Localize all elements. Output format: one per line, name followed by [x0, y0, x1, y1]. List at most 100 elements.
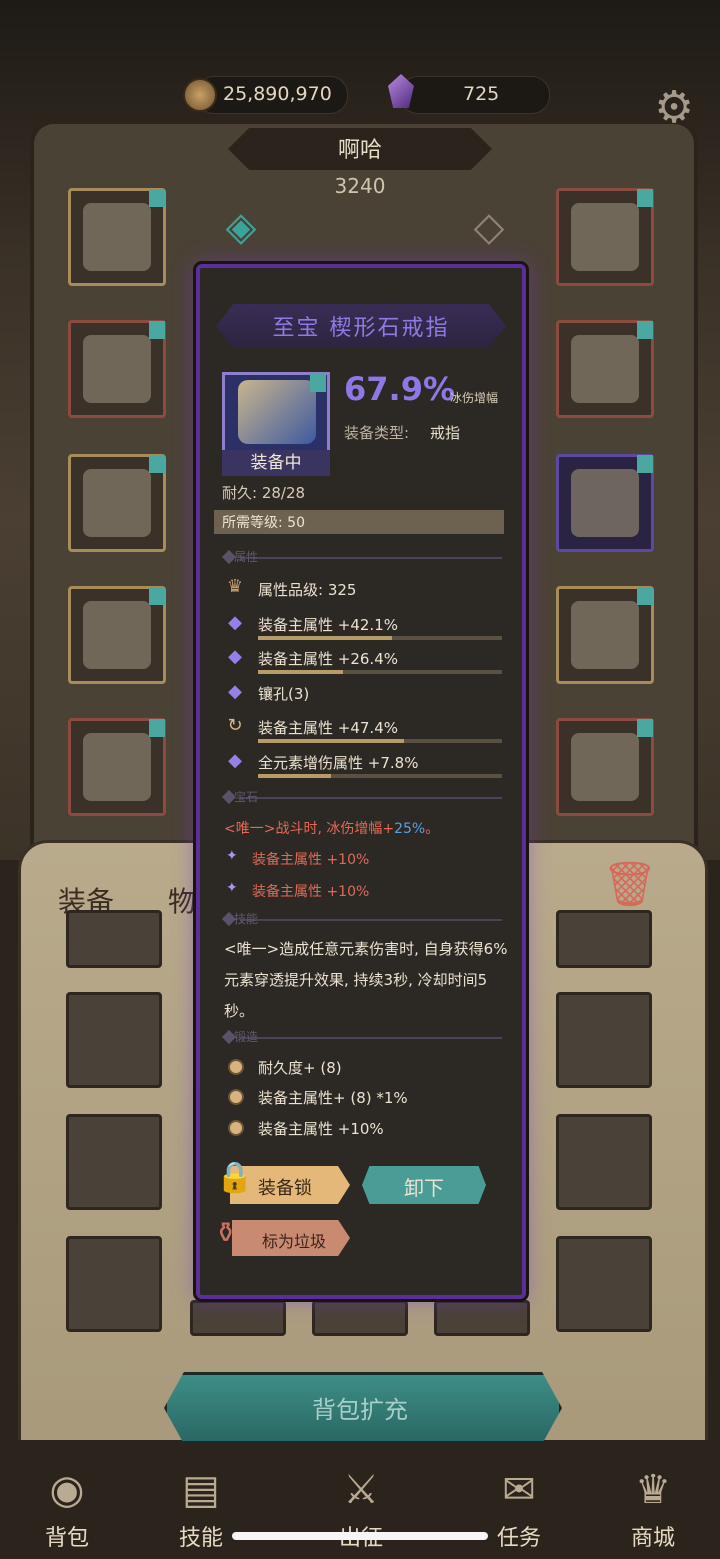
bag-cell[interactable]	[66, 1114, 162, 1210]
bag-cell[interactable]	[66, 992, 162, 1088]
equip-slot-weapon[interactable]	[556, 586, 654, 684]
new-tag-icon	[637, 321, 653, 339]
nav-bag[interactable]: ◉ 背包	[12, 1460, 122, 1559]
home-indicator[interactable]	[232, 1532, 488, 1540]
nav-skills[interactable]: ▤ 技能	[146, 1460, 256, 1559]
forge-dot-icon	[228, 1120, 244, 1136]
diamond-icon: ◆	[228, 612, 242, 633]
equip-slot-body[interactable]	[68, 320, 166, 418]
bag-icon: ◉	[49, 1467, 85, 1513]
expand-bag-label[interactable]: 背包扩充	[164, 1390, 556, 1425]
equip-slot-pet[interactable]	[556, 718, 654, 816]
attribute-roll-bar	[258, 636, 502, 640]
attribute-row: 装备主属性 +47.4%	[258, 719, 398, 737]
new-tag-icon	[637, 587, 653, 605]
new-tag-icon	[149, 321, 165, 339]
section-header-gems: 宝石	[221, 788, 504, 808]
new-tag-icon	[637, 719, 653, 737]
equip-lock-label[interactable]: 装备锁	[258, 1174, 312, 1200]
bag-cell[interactable]	[434, 1300, 530, 1336]
equip-slot-cloak[interactable]	[68, 454, 166, 552]
attribute-roll-bar	[258, 774, 502, 778]
book-icon: ▤	[182, 1467, 220, 1513]
lock-icon[interactable]: 🔒	[216, 1160, 253, 1208]
new-tag-icon	[310, 374, 326, 392]
gem-unique-effect: <唯一>战斗时, 冰伤增幅+25%。	[224, 821, 440, 837]
shop-icon: ♛	[635, 1467, 671, 1513]
coin-amount: 25,890,970	[223, 83, 332, 105]
junk-icon[interactable]: ⚱	[214, 1216, 250, 1258]
trash-icon[interactable]: 🗑	[602, 858, 658, 910]
nav-quests[interactable]: ✉ 任务	[464, 1460, 574, 1559]
diamond-icon: ◆	[228, 750, 242, 771]
bag-cell[interactable]	[66, 910, 162, 968]
equip-slot-helm[interactable]	[556, 188, 654, 286]
section-header-attributes: 属性	[221, 548, 504, 568]
equip-slot-legs[interactable]	[68, 586, 166, 684]
equip-slot-head[interactable]	[68, 188, 166, 286]
equip-slot-necklace[interactable]	[556, 320, 654, 418]
bag-cell[interactable]	[190, 1300, 286, 1336]
new-tag-icon	[149, 719, 165, 737]
attribute-row: 镶孔(3)	[258, 685, 310, 703]
coin-counter: 25,890,970	[196, 76, 348, 114]
appearance-icon[interactable]: ◇	[462, 204, 516, 258]
skill-description: <唯一>造成任意元素伤害时, 自身获得6%元素穿透提升效果, 持续3秒, 冷却时…	[224, 940, 508, 1020]
bag-cell[interactable]	[556, 1236, 652, 1332]
bag-cell[interactable]	[312, 1300, 408, 1336]
sword-icon: ⚔	[343, 1467, 379, 1513]
item-type-label: 装备类型:	[344, 424, 410, 442]
bag-cell[interactable]	[66, 1236, 162, 1332]
forge-dot-icon	[228, 1059, 244, 1075]
new-tag-icon	[149, 587, 165, 605]
cycle-icon: ↻	[227, 715, 243, 736]
attribute-roll-bar	[258, 670, 502, 674]
gem-star-icon: ✦	[226, 880, 238, 896]
coin-icon	[183, 78, 217, 112]
new-tag-icon	[637, 455, 653, 473]
attribute-row: 属性品级: 325	[258, 581, 357, 599]
gem-star-icon: ✦	[226, 848, 238, 864]
character-name: 啊哈	[337, 138, 382, 163]
diamond-icon: ◆	[228, 646, 242, 667]
attribute-roll-bar	[258, 739, 502, 743]
required-level-text: 所需等级: 50	[222, 515, 305, 531]
forge-row: 耐久度+ (8)	[258, 1059, 342, 1077]
gem-effect: 装备主属性 +10%	[252, 884, 370, 900]
bag-cell[interactable]	[556, 910, 652, 968]
attribute-row: 装备主属性 +42.1%	[258, 616, 398, 634]
mark-junk-label[interactable]: 标为垃圾	[262, 1228, 326, 1252]
nav-shop[interactable]: ♛ 商城	[598, 1460, 708, 1559]
item-type-value: 戒指	[430, 424, 461, 442]
unequip-label[interactable]: 卸下	[362, 1172, 486, 1201]
nav-battle[interactable]: ⚔出征	[306, 1460, 416, 1559]
forge-row: 装备主属性+ (8) *1%	[258, 1089, 408, 1107]
section-header-skills: 技能	[221, 910, 504, 930]
gem-effect: 装备主属性 +10%	[252, 852, 370, 868]
equip-slot-feet[interactable]	[68, 718, 166, 816]
diamond-icon: ◆	[228, 681, 242, 702]
ring-icon	[238, 380, 316, 444]
equip-slot-ring[interactable]	[556, 454, 654, 552]
gear-icon[interactable]: ⚙	[650, 84, 698, 132]
preset-icon[interactable]: ◈	[210, 204, 272, 254]
item-main-stat-label: 冰伤增幅	[450, 391, 499, 405]
bag-cell[interactable]	[556, 992, 652, 1088]
quest-icon: ✉	[502, 1467, 536, 1513]
forge-dot-icon	[228, 1089, 244, 1105]
forge-row: 装备主属性 +10%	[258, 1120, 384, 1138]
item-main-stat: 67.9%	[344, 370, 456, 408]
bag-cell[interactable]	[556, 1114, 652, 1210]
new-tag-icon	[149, 455, 165, 473]
section-header-forge: 锻造	[221, 1028, 504, 1048]
gem-amount: 725	[463, 83, 500, 105]
item-title: 至宝 楔形石戒指	[272, 316, 450, 341]
attribute-row: 全元素增伤属性 +7.8%	[258, 754, 419, 772]
gem-counter: 725	[400, 76, 550, 114]
new-tag-icon	[637, 189, 653, 207]
new-tag-icon	[149, 189, 165, 207]
crown-icon: ♛	[226, 576, 244, 597]
attribute-row: 装备主属性 +26.4%	[258, 650, 398, 668]
durability-text: 耐久: 28/28	[222, 484, 306, 502]
equipped-badge: 装备中	[222, 450, 330, 476]
